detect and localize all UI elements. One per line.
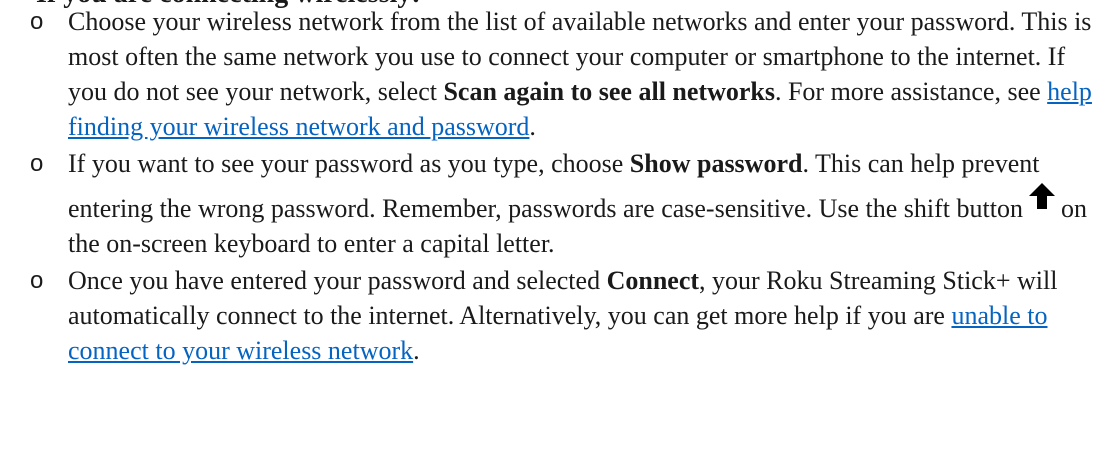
shift-arrow-icon	[1028, 183, 1055, 209]
step-bold-text: Show password	[629, 149, 803, 178]
bullet-icon: o	[30, 150, 44, 177]
step-text: Once you have entered your password and …	[68, 266, 607, 295]
list-item: o If you want to see your password as yo…	[0, 146, 1111, 261]
list-item: o Once you have entered your password an…	[0, 263, 1111, 368]
steps-list: o Choose your wireless network from the …	[0, 4, 1111, 370]
step-text: If you want to see your password as you …	[68, 149, 630, 178]
step-text: . For more assistance, see	[774, 77, 1048, 106]
step-text: .	[529, 112, 536, 141]
list-item: o Choose your wireless network from the …	[0, 4, 1111, 144]
step-text: .	[413, 336, 420, 365]
step-bold-text: Connect	[606, 266, 700, 295]
bullet-icon: o	[30, 8, 44, 35]
bullet-icon: o	[30, 267, 44, 294]
step-bold-text: Scan again to see all networks	[443, 77, 775, 106]
